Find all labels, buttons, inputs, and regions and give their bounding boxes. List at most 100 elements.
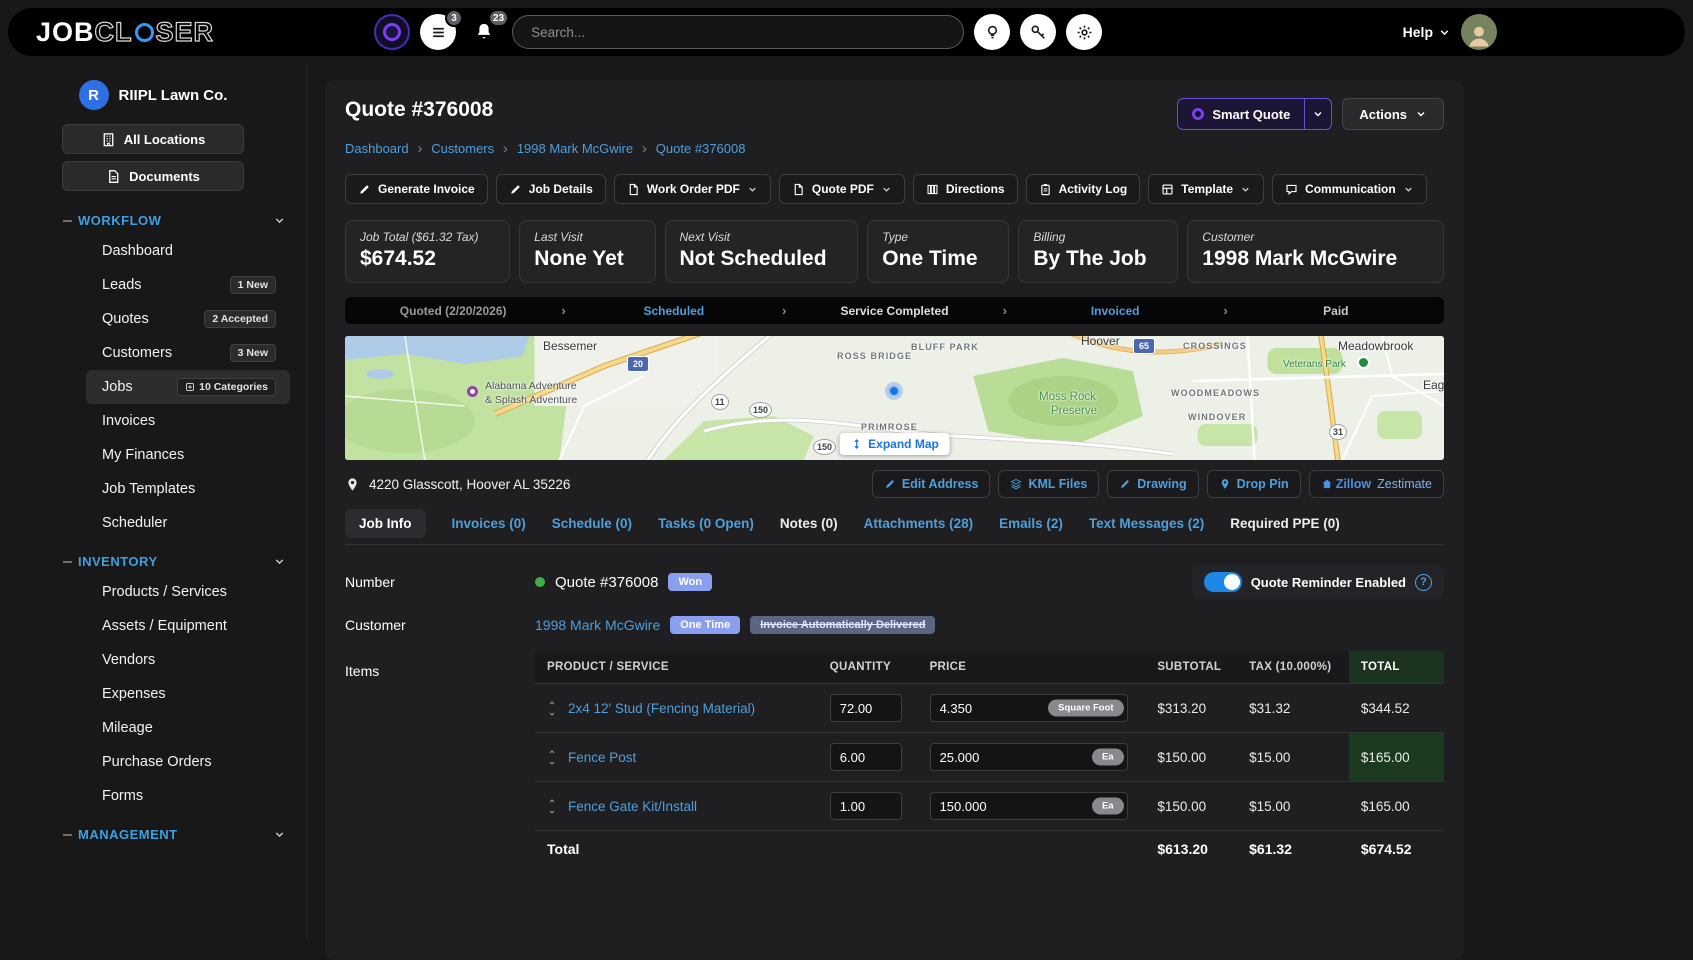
- quantity-input[interactable]: [830, 792, 902, 820]
- section-management[interactable]: MANAGEMENT: [78, 827, 306, 842]
- help-menu[interactable]: Help: [1403, 24, 1451, 40]
- tab-emails[interactable]: Emails (2): [999, 516, 1063, 531]
- chevron-down-icon: [881, 184, 892, 195]
- total-row-subtotal: $613.20: [1145, 831, 1237, 868]
- drawing-button[interactable]: Drawing: [1107, 470, 1198, 498]
- tab-attachments[interactable]: Attachments (28): [864, 516, 974, 531]
- route-shield: 31: [1329, 424, 1347, 440]
- unit-badge[interactable]: Square Foot: [1048, 700, 1123, 717]
- sidebar-item-jobs[interactable]: Jobs 10 Categories: [86, 370, 290, 404]
- product-link[interactable]: Fence Gate Kit/Install: [568, 799, 697, 814]
- breadcrumb-dashboard[interactable]: Dashboard: [345, 141, 409, 156]
- product-link[interactable]: Fence Post: [568, 750, 636, 765]
- stat-last-visit: Last VisitNone Yet: [519, 220, 655, 283]
- sidebar-item-invoices[interactable]: Invoices: [78, 404, 290, 438]
- section-workflow[interactable]: WORKFLOW: [78, 213, 306, 228]
- smart-quote-dropdown-button[interactable]: [1304, 98, 1332, 130]
- table-header-row: PRODUCT / SERVICE QUANTITY PRICE SUBTOTA…: [535, 651, 1444, 684]
- section-inventory[interactable]: INVENTORY: [78, 554, 306, 569]
- tab-job-info[interactable]: Job Info: [345, 509, 426, 538]
- quantity-input[interactable]: [830, 743, 902, 771]
- sidebar-item-quotes[interactable]: Quotes2 Accepted: [78, 302, 290, 336]
- edit-address-button[interactable]: Edit Address: [872, 470, 991, 498]
- sidebar-item-forms[interactable]: Forms: [78, 779, 290, 813]
- unit-badge[interactable]: Ea: [1092, 798, 1124, 815]
- company-switcher[interactable]: R RIIPL Lawn Co.: [0, 80, 306, 110]
- drop-pin-button[interactable]: Drop Pin: [1207, 470, 1301, 498]
- smart-quote-icon: [1192, 108, 1204, 120]
- documents-button[interactable]: Documents: [62, 161, 244, 191]
- all-locations-button[interactable]: All Locations: [62, 124, 244, 154]
- tab-invoices[interactable]: Invoices (0): [452, 516, 526, 531]
- zillow-zestimate-button[interactable]: Zillow Zestimate: [1309, 470, 1444, 498]
- building-icon: [101, 132, 116, 147]
- help-circle-icon[interactable]: ?: [1415, 574, 1432, 591]
- template-button[interactable]: Template: [1148, 174, 1264, 204]
- permissions-button[interactable]: [1020, 14, 1056, 50]
- smart-quote-button[interactable]: Smart Quote: [1177, 98, 1304, 130]
- product-link[interactable]: 2x4 12' Stud (Fencing Material): [568, 701, 755, 716]
- quote-pdf-button[interactable]: Quote PDF: [779, 174, 905, 204]
- user-avatar[interactable]: [1461, 14, 1497, 50]
- chevron-down-icon: [1438, 26, 1451, 39]
- sidebar-item-mileage[interactable]: Mileage: [78, 711, 290, 745]
- work-order-pdf-button[interactable]: Work Order PDF: [614, 174, 771, 204]
- job-details-button[interactable]: Job Details: [496, 174, 606, 204]
- quantity-input[interactable]: [830, 694, 902, 722]
- tab-notes[interactable]: Notes (0): [780, 516, 838, 531]
- breadcrumb-customer[interactable]: 1998 Mark McGwire: [517, 141, 633, 156]
- reorder-handle[interactable]: [547, 699, 557, 718]
- stats-row: Job Total ($61.32 Tax)$674.52 Last Visit…: [345, 220, 1444, 283]
- settings-button[interactable]: [1066, 14, 1102, 50]
- tab-tasks[interactable]: Tasks (0 Open): [658, 516, 754, 531]
- progress-invoiced[interactable]: Invoiced: [1007, 304, 1223, 318]
- quote-reminder-toggle[interactable]: [1204, 572, 1242, 592]
- reorder-handle[interactable]: [547, 748, 557, 767]
- sidebar-item-job-templates[interactable]: Job Templates: [78, 472, 290, 506]
- sidebar-item-purchase-orders[interactable]: Purchase Orders: [78, 745, 290, 779]
- actions-label: Actions: [1359, 107, 1407, 122]
- sidebar-item-customers[interactable]: Customers3 New: [78, 336, 290, 370]
- directions-button[interactable]: Directions: [913, 174, 1018, 204]
- sidebar-item-scheduler[interactable]: Scheduler: [78, 506, 290, 540]
- sidebar-item-leads[interactable]: Leads1 New: [78, 268, 290, 302]
- sidebar-item-vendors[interactable]: Vendors: [78, 643, 290, 677]
- tab-required-ppe[interactable]: Required PPE (0): [1230, 516, 1340, 531]
- help-label: Help: [1403, 24, 1433, 40]
- job-location-marker[interactable]: [888, 385, 900, 397]
- sidebar-item-dashboard[interactable]: Dashboard: [78, 234, 290, 268]
- sidebar-item-assets-equipment[interactable]: Assets / Equipment: [78, 609, 290, 643]
- assistant-button[interactable]: [374, 14, 410, 50]
- sidebar-item-products-services[interactable]: Products / Services: [78, 575, 290, 609]
- sidebar-item-my-finances[interactable]: My Finances: [78, 438, 290, 472]
- communication-button[interactable]: Communication: [1272, 174, 1427, 204]
- tab-text-messages[interactable]: Text Messages (2): [1089, 516, 1204, 531]
- top-navbar: JOBCLSER 3 23 Help: [8, 8, 1685, 56]
- activity-log-button[interactable]: Activity Log: [1026, 174, 1141, 204]
- breadcrumb-customers[interactable]: Customers: [431, 141, 494, 156]
- interstate-shield: 65: [1133, 338, 1155, 354]
- search-input[interactable]: [512, 15, 964, 49]
- columns-icon: [926, 183, 939, 196]
- col-subtotal: SUBTOTAL: [1145, 651, 1237, 684]
- generate-invoice-button[interactable]: Generate Invoice: [345, 174, 488, 204]
- kml-files-button[interactable]: KML Files: [998, 470, 1099, 498]
- ideas-button[interactable]: [974, 14, 1010, 50]
- tab-schedule[interactable]: Schedule (0): [552, 516, 632, 531]
- sidebar-item-expenses[interactable]: Expenses: [78, 677, 290, 711]
- progress-scheduled[interactable]: Scheduled: [566, 304, 782, 318]
- expand-map-button[interactable]: Expand Map: [839, 433, 950, 455]
- number-label: Number: [345, 574, 535, 590]
- location-map[interactable]: Bessemer ROSS BRIDGE BLUFF PARK Hoover C…: [345, 336, 1444, 460]
- breadcrumb-quote[interactable]: Quote #376008: [656, 141, 746, 156]
- interstate-shield: 20: [627, 356, 649, 372]
- zestimate-label: Zestimate: [1377, 477, 1432, 491]
- logo-text-cl: CL: [95, 17, 133, 48]
- actions-button[interactable]: Actions: [1342, 98, 1444, 130]
- col-quantity: QUANTITY: [818, 651, 918, 684]
- notifications-button[interactable]: 23: [466, 14, 502, 50]
- reorder-handle[interactable]: [547, 797, 557, 816]
- customer-link[interactable]: 1998 Mark McGwire: [535, 617, 660, 633]
- activity-feed-button[interactable]: 3: [420, 14, 456, 50]
- unit-badge[interactable]: Ea: [1092, 749, 1124, 766]
